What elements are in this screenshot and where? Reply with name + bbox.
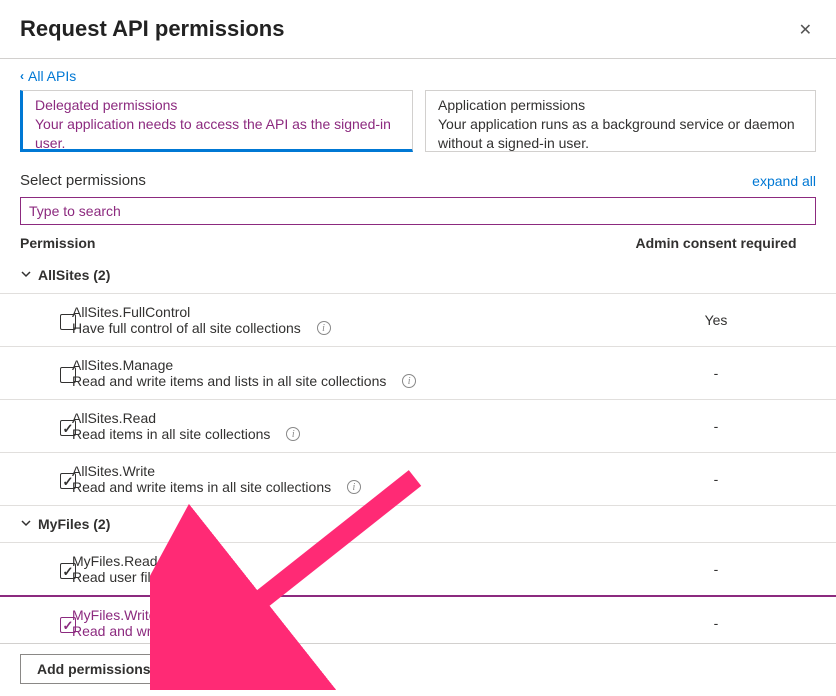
info-icon[interactable]: i	[286, 427, 300, 441]
card-delegated-permissions[interactable]: Delegated permissions Your application n…	[20, 90, 413, 152]
col-consent: Admin consent required	[616, 235, 816, 251]
info-icon[interactable]: i	[347, 480, 361, 494]
card-application-permissions[interactable]: Application permissions Your application…	[425, 90, 816, 152]
back-link[interactable]: ‹ All APIs	[0, 68, 96, 90]
permission-row: AllSites.WriteRead and write items in al…	[0, 453, 836, 506]
permission-desc: Read and write items in all site collect…	[72, 479, 361, 495]
card-desc: Your application runs as a background se…	[438, 115, 803, 152]
permission-desc: Read user files i	[72, 569, 195, 585]
chevron-left-icon: ‹	[20, 69, 24, 83]
discard-button[interactable]: Discard	[178, 654, 263, 684]
permission-row: AllSites.FullControlHave full control of…	[0, 294, 836, 347]
permission-desc: Read and write user files i	[72, 623, 256, 639]
group-name: MyFiles (2)	[38, 516, 110, 532]
permission-consent: -	[616, 471, 816, 487]
col-permission: Permission	[20, 235, 95, 251]
divider	[0, 58, 836, 59]
permission-consent: -	[616, 365, 816, 381]
permission-name: MyFiles.Read	[72, 553, 195, 569]
permission-name: AllSites.Manage	[72, 357, 416, 373]
table-header: Permission Admin consent required	[0, 225, 836, 257]
add-permissions-button[interactable]: Add permissions	[20, 654, 168, 684]
permission-row: MyFiles.ReadRead user files i -	[0, 543, 836, 596]
search-input[interactable]	[29, 203, 807, 219]
info-icon[interactable]: i	[242, 624, 256, 638]
card-title: Delegated permissions	[35, 97, 400, 113]
permission-name: AllSites.Write	[72, 463, 361, 479]
permission-desc: Read and write items and lists in all si…	[72, 373, 416, 389]
header: Request API permissions ✕	[0, 0, 836, 58]
card-title: Application permissions	[438, 97, 803, 113]
info-icon[interactable]: i	[181, 570, 195, 584]
permission-consent: -	[616, 418, 816, 434]
chevron-down-icon	[20, 516, 34, 532]
permission-desc: Have full control of all site collection…	[72, 320, 331, 336]
expand-all-link[interactable]: expand all	[752, 173, 816, 189]
card-desc: Your application needs to access the API…	[35, 115, 400, 152]
permission-name: AllSites.Read	[72, 410, 300, 426]
page-title: Request API permissions	[20, 16, 284, 42]
chevron-down-icon	[20, 267, 34, 283]
permission-consent: Yes	[616, 312, 816, 328]
bottom-bar: Add permissions Discard	[0, 643, 836, 696]
permission-row: AllSites.ManageRead and write items and …	[0, 347, 836, 400]
permission-name: MyFiles.Write	[72, 607, 256, 623]
search-container	[20, 197, 816, 225]
permission-row: AllSites.ReadRead items in all site coll…	[0, 400, 836, 453]
close-icon[interactable]: ✕	[795, 16, 816, 44]
info-icon[interactable]: i	[402, 374, 416, 388]
permission-group-header[interactable]: AllSites (2)	[0, 257, 836, 294]
permission-group-header[interactable]: MyFiles (2)	[0, 506, 836, 543]
permission-name: AllSites.FullControl	[72, 304, 331, 320]
permission-desc: Read items in all site collections i	[72, 426, 300, 442]
select-permissions-label: Select permissions	[20, 172, 146, 189]
permission-type-cards: Delegated permissions Your application n…	[0, 90, 836, 152]
group-name: AllSites (2)	[38, 267, 110, 283]
permission-consent: -	[616, 561, 816, 577]
permission-consent: -	[616, 615, 816, 631]
permissions-list: AllSites (2) AllSites.FullControlHave ful…	[0, 257, 836, 651]
back-link-label: All APIs	[28, 68, 76, 84]
info-icon[interactable]: i	[317, 321, 331, 335]
select-permissions-row: Select permissions expand all	[0, 152, 836, 197]
